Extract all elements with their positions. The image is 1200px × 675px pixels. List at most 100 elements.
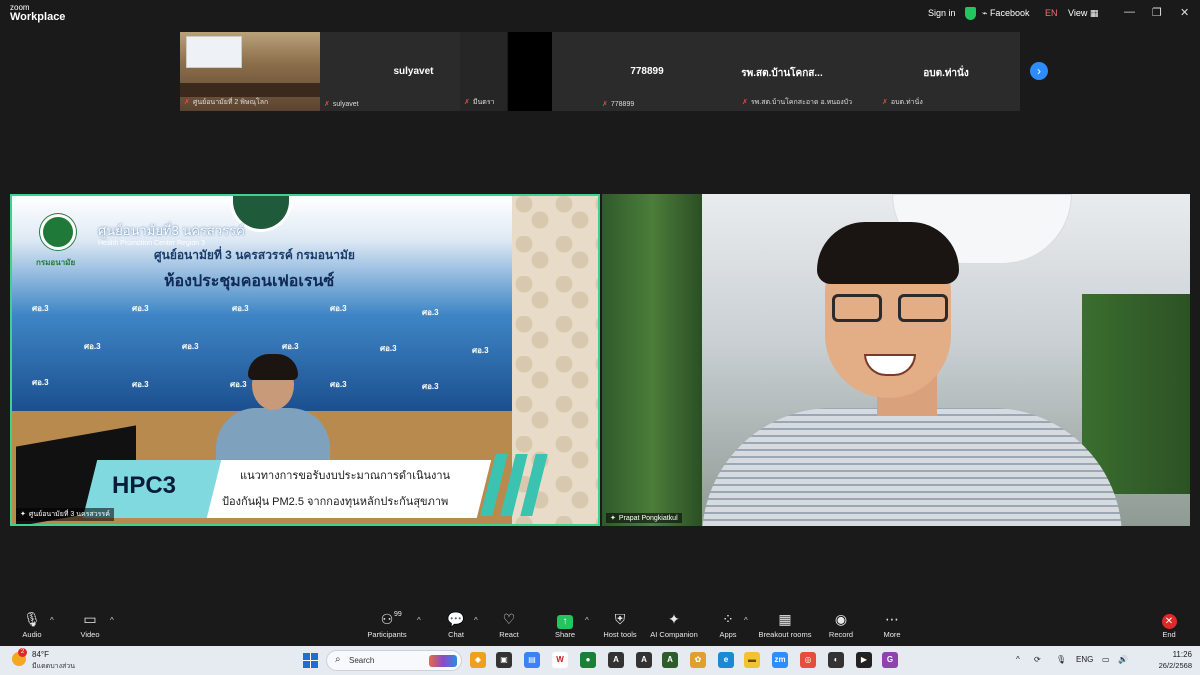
windows-taskbar: 2 84°F มีแดดบางส่วน ⌕ Search ◆ ▣ ▤ W ● A… [0, 646, 1200, 675]
encryption-shield-icon[interactable] [965, 7, 976, 20]
volume-icon[interactable]: 🔊 [1118, 655, 1128, 664]
participants-button[interactable]: ⚇ 99 Participants [352, 611, 422, 639]
taskbar-search[interactable]: ⌕ Search [326, 650, 462, 671]
live-stream-indicator[interactable]: ⌁ Facebook [982, 8, 1029, 19]
tile-name: ✗ มีนตรา [464, 99, 495, 106]
pin-icon: ✦ [610, 515, 616, 522]
task-view-icon[interactable]: ▣ [496, 652, 512, 668]
gallery-tile[interactable]: ✗ มีนตรา [460, 32, 507, 111]
gallery-strip: ✗ ศูนย์อนามัยที่ 2 พิษณุโลก sulyavet ✗ sul… [180, 32, 1020, 111]
caption-line1: แนวทางการขอรับงบประมาณการดำเนินงาน [240, 470, 451, 482]
media-player-icon[interactable]: ▶ [856, 652, 872, 668]
tile-name: ✗ 778899 [602, 101, 635, 108]
system-clock[interactable]: 11:26 26/2/2568 [1140, 650, 1192, 670]
app-green-icon[interactable]: ● [580, 652, 596, 668]
chrome-icon[interactable]: ◎ [800, 652, 816, 668]
app-purple-icon[interactable]: G [882, 652, 898, 668]
more-button[interactable]: ⋯ More [857, 611, 927, 639]
tile-display-name: รพ.สต.บ้านโคกส... [741, 68, 823, 79]
more-dots-icon: ⋯ [885, 611, 899, 627]
weather-badge: 2 [18, 648, 27, 657]
store-icon[interactable]: ▤ [524, 652, 540, 668]
gallery-next-button[interactable]: › [1030, 62, 1048, 80]
close-button[interactable]: ✕ [1180, 6, 1189, 19]
participant-name-label: ✦ Prapat Pongkiatkul [606, 513, 682, 523]
show-hidden-icons-icon[interactable]: ^ [1016, 655, 1020, 664]
office-w-icon[interactable]: W [552, 652, 568, 668]
app-a-icon[interactable]: A [608, 652, 624, 668]
view-button[interactable]: View ▦ [1068, 8, 1098, 19]
video-options-chevron-icon[interactable]: ^ [110, 616, 114, 625]
end-meeting-button[interactable]: ✕ End [1134, 611, 1200, 639]
gallery-tile-black[interactable] [508, 32, 552, 111]
banner-hash: ศอ.3 [472, 346, 489, 355]
share-screen-icon: ↑ [557, 615, 573, 629]
banner-hash: ศอ.3 [380, 344, 397, 353]
participants-icon: ⚇ [380, 611, 394, 627]
edge-icon[interactable]: e [718, 652, 734, 668]
copilot-icon[interactable]: ◆ [470, 652, 486, 668]
tile-name: ✗ sulyavet [324, 101, 359, 108]
broadcast-icon: ⌁ [982, 8, 988, 18]
gallery-tile[interactable]: อบต.ท่านั่ง ✗ อบต.ท่านั่ง [872, 32, 1020, 111]
pin-icon: ✦ [20, 511, 26, 518]
sign-in-button[interactable]: Sign in [928, 8, 956, 18]
gallery-tile[interactable]: 778899 ✗ 778899 [552, 32, 692, 111]
gallery-tile[interactable]: ✗ ศูนย์อนามัยที่ 2 พิษณุโลก [180, 32, 320, 111]
participant-name-label: ✦ ศูนย์อนามัยที่ 3 นครสวรรค์ [16, 508, 114, 521]
title-bar: zoom Workplace Sign in ⌁ Facebook EN Vie… [0, 0, 1200, 28]
audio-options-chevron-icon[interactable]: ^ [50, 616, 54, 625]
zoom-app-icon[interactable]: zm [772, 652, 788, 668]
participant-video[interactable]: ✦ Prapat Pongkiatkul [602, 194, 1190, 526]
minimize-button[interactable]: — [1124, 6, 1135, 18]
tile-name: ✗ รพ.สต.บ้านโคกสะอาด อ.หนองบัว [742, 99, 852, 106]
end-call-icon: ✕ [1161, 614, 1177, 629]
network-sync-icon[interactable]: ⟳ [1034, 655, 1041, 664]
mic-tray-icon[interactable]: 🎙 [1056, 655, 1066, 664]
banner-hash: ศอ.3 [32, 378, 49, 387]
speaker-figure [212, 354, 332, 468]
app-photos-icon[interactable]: ✿ [690, 652, 706, 668]
maximize-button[interactable]: ❐ [1152, 6, 1162, 19]
banner-hash: ศอ.3 [132, 380, 149, 389]
mic-muted-icon: ✗ [602, 101, 608, 108]
tile-display-name: 778899 [630, 66, 664, 77]
tile-name: ✗ ศูนย์อนามัยที่ 2 พิษณุโลก [184, 99, 269, 106]
banner-hash: ศอ.3 [330, 380, 347, 389]
language-interpretation-button[interactable]: EN [1045, 8, 1058, 18]
lower-third-caption: HPC3 แนวทางการขอรับงบประมาณการดำเนินงาน … [82, 454, 550, 520]
input-language[interactable]: ENG [1076, 655, 1093, 664]
banner-hash: ศอ.3 [132, 304, 149, 313]
file-explorer-icon[interactable]: ▬ [744, 652, 760, 668]
clock-date: 26/2/2568 [1158, 661, 1192, 670]
active-speaker-video[interactable]: กรมอนามัย ศูนย์อนามัยที่3 นครสวรรค์ Heal… [10, 194, 600, 526]
banner-line2: ศูนย์อนามัยที่ 3 นครสวรรค์ กรมอนามัย [154, 248, 355, 262]
search-placeholder: Search [349, 656, 375, 665]
gallery-tile[interactable]: รพ.สต.บ้านโคกส... ✗ รพ.สต.บ้านโคกสะอาด อ.… [692, 32, 872, 111]
mic-muted-icon: ✗ [464, 99, 470, 106]
caption-line2: ป้องกันฝุ่น PM2.5 จากกองทุนหลักประกันสุข… [222, 496, 449, 508]
mic-muted-icon: ✗ [324, 101, 330, 108]
clock-time: 11:26 [1172, 650, 1192, 659]
logo-big-text: Workplace [10, 11, 66, 23]
display-icon[interactable]: ▭ [1102, 655, 1110, 664]
zoom-workplace-logo: zoom Workplace [10, 4, 65, 23]
zoom-window: zoom Workplace Sign in ⌁ Facebook EN Vie… [0, 0, 1200, 675]
windows-start-icon[interactable] [303, 653, 318, 668]
banner-hash: ศอ.3 [182, 342, 199, 351]
chevron-right-icon: › [1037, 64, 1041, 78]
weather-desc: มีแดดบางส่วน [32, 663, 75, 670]
banner-hash: ศอ.3 [330, 304, 347, 313]
search-icon: ⌕ [335, 654, 341, 665]
banner-hash: ศอ.3 [232, 304, 249, 313]
mic-muted-icon: ✗ [184, 99, 190, 106]
video-button[interactable]: ▭ Video [55, 611, 125, 639]
app-a2-icon[interactable]: A [636, 652, 652, 668]
plant-wall [602, 194, 702, 526]
app-dark-icon[interactable]: ◐ [828, 652, 844, 668]
apps-options-chevron-icon[interactable]: ^ [744, 616, 748, 625]
camera-icon: ▭ [83, 611, 97, 627]
view-label: View [1068, 8, 1088, 18]
participants-count: 99 [394, 611, 402, 618]
app-a3-icon[interactable]: A [662, 652, 678, 668]
